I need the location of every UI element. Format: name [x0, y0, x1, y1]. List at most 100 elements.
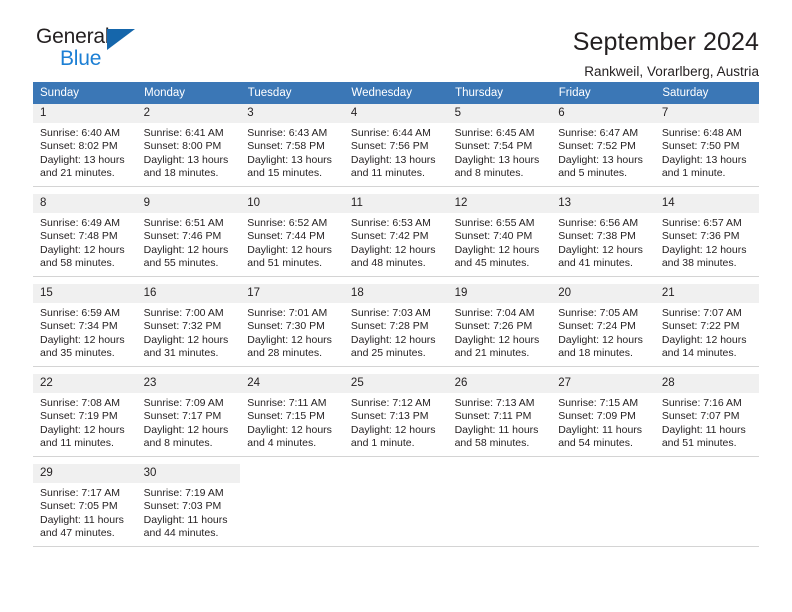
- day-cell-inner: 6 Sunrise: 6:47 AM Sunset: 7:52 PM Daylight…: [551, 104, 655, 187]
- calendar-day-cell[interactable]: 14 Sunrise: 6:57 AM Sunset: 7:36 PM Dayligh…: [654, 194, 759, 277]
- day-number: 30: [136, 464, 241, 483]
- day-number: [344, 464, 448, 483]
- sunrise-text: Sunrise: 6:40 AM: [40, 127, 120, 139]
- sunrise-text: Sunrise: 7:05 AM: [558, 307, 639, 319]
- calendar-day-cell[interactable]: 23 Sunrise: 7:09 AM Sunset: 7:17 PM Dayligh…: [136, 374, 241, 457]
- sunrise-text: Sunrise: 6:51 AM: [143, 217, 224, 229]
- calendar-day-cell: [240, 464, 344, 547]
- sunset-text: Sunset: 8:02 PM: [40, 140, 118, 153]
- calendar-day-cell[interactable]: 6 Sunrise: 6:47 AM Sunset: 7:52 PM Daylight…: [551, 104, 655, 187]
- daylight-text-line1: Daylight: 12 hours: [247, 243, 332, 256]
- daylight-text-line2: and 54 minutes.: [558, 437, 633, 450]
- sunrise-text: Sunrise: 7:16 AM: [661, 397, 742, 409]
- calendar-day-cell[interactable]: 7 Sunrise: 6:48 AM Sunset: 7:50 PM Daylight…: [654, 104, 759, 187]
- calendar-day-cell[interactable]: 12 Sunrise: 6:55 AM Sunset: 7:40 PM Dayligh…: [447, 194, 552, 277]
- daylight-text-line2: and 1 minute.: [661, 167, 726, 180]
- day-number: 6: [551, 104, 655, 123]
- daylight-text-line2: and 58 minutes.: [40, 257, 115, 270]
- sunset-text: Sunset: 7:32 PM: [143, 320, 222, 333]
- calendar-day-cell[interactable]: 4 Sunrise: 6:44 AM Sunset: 7:56 PM Daylight…: [343, 104, 448, 187]
- calendar-day-cell[interactable]: 24 Sunrise: 7:11 AM Sunset: 7:15 PM Dayligh…: [240, 374, 344, 457]
- calendar-day-cell[interactable]: 28 Sunrise: 7:16 AM Sunset: 7:07 PM Dayligh…: [654, 374, 759, 457]
- calendar-day-cell[interactable]: 2 Sunrise: 6:41 AM Sunset: 8:00 PM Daylight…: [136, 104, 241, 187]
- sunset-text: Sunset: 7:19 PM: [40, 410, 118, 423]
- calendar-day-cell[interactable]: 9 Sunrise: 6:51 AM Sunset: 7:46 PM Daylight…: [136, 194, 241, 277]
- day-cell-inner: 23 Sunrise: 7:09 AM Sunset: 7:17 PM Dayligh…: [136, 374, 241, 457]
- calendar-day-cell[interactable]: 5 Sunrise: 6:45 AM Sunset: 7:54 PM Daylight…: [447, 104, 552, 187]
- day-number: 4: [343, 104, 448, 123]
- sunrise-text: Sunrise: 6:47 AM: [558, 127, 639, 139]
- calendar-body: 1 Sunrise: 6:40 AM Sunset: 8:02 PM Daylight…: [33, 104, 759, 547]
- sunset-text: Sunset: 7:24 PM: [558, 320, 636, 333]
- calendar-day-cell[interactable]: 29 Sunrise: 7:17 AM Sunset: 7:05 PM Dayligh…: [33, 464, 137, 547]
- sunset-text: Sunset: 7:11 PM: [454, 410, 532, 423]
- day-cell-inner: 29 Sunrise: 7:17 AM Sunset: 7:05 PM Dayligh…: [33, 464, 137, 547]
- sunrise-text: Sunrise: 6:41 AM: [143, 127, 224, 139]
- daylight-text-line2: and 5 minutes.: [558, 167, 628, 180]
- calendar-day-cell[interactable]: 19 Sunrise: 7:04 AM Sunset: 7:26 PM Dayligh…: [447, 284, 552, 367]
- calendar-day-cell[interactable]: 17 Sunrise: 7:01 AM Sunset: 7:30 PM Dayligh…: [240, 284, 344, 367]
- calendar-day-cell[interactable]: 1 Sunrise: 6:40 AM Sunset: 8:02 PM Daylight…: [33, 104, 137, 187]
- day-info: Sunrise: 6:44 AM Sunset: 7:56 PM Daylight:…: [344, 123, 448, 181]
- daylight-text-line2: and 11 minutes.: [40, 437, 114, 450]
- calendar-day-cell: [551, 464, 655, 547]
- sunrise-text: Sunrise: 7:11 AM: [247, 397, 327, 409]
- daylight-text-line2: and 11 minutes.: [350, 167, 425, 180]
- brand-logo[interactable]: General Blue: [33, 26, 148, 72]
- calendar-day-cell[interactable]: 25 Sunrise: 7:12 AM Sunset: 7:13 PM Dayligh…: [343, 374, 448, 457]
- day-cell-inner: [343, 464, 448, 547]
- daylight-text-line1: Daylight: 11 hours: [558, 423, 643, 436]
- daylight-text-line1: Daylight: 13 hours: [40, 153, 125, 166]
- weekday-header-sunday: Sunday: [33, 82, 138, 104]
- day-number: 22: [33, 374, 137, 393]
- day-number: 5: [447, 104, 552, 123]
- calendar-day-cell[interactable]: 8 Sunrise: 6:49 AM Sunset: 7:48 PM Daylight…: [33, 194, 137, 277]
- day-cell-inner: 21 Sunrise: 7:07 AM Sunset: 7:22 PM Dayligh…: [654, 284, 759, 367]
- sunset-text: Sunset: 7:56 PM: [350, 140, 429, 153]
- daylight-text-line2: and 58 minutes.: [454, 437, 530, 450]
- day-cell-inner: 16 Sunrise: 7:00 AM Sunset: 7:32 PM Dayligh…: [136, 284, 241, 367]
- calendar-grid: Sunday Monday Tuesday Wednesday Thursday…: [33, 82, 759, 547]
- day-cell-inner: 4 Sunrise: 6:44 AM Sunset: 7:56 PM Daylight…: [343, 104, 448, 187]
- calendar-day-cell[interactable]: 13 Sunrise: 6:56 AM Sunset: 7:38 PM Dayligh…: [551, 194, 655, 277]
- calendar-day-cell[interactable]: 15 Sunrise: 6:59 AM Sunset: 7:34 PM Dayligh…: [33, 284, 137, 367]
- calendar-day-cell[interactable]: 20 Sunrise: 7:05 AM Sunset: 7:24 PM Dayligh…: [551, 284, 655, 367]
- sunrise-text: Sunrise: 6:45 AM: [454, 127, 535, 139]
- day-info: Sunrise: 6:57 AM Sunset: 7:36 PM Daylight:…: [655, 213, 759, 271]
- day-number: [655, 464, 759, 483]
- day-number: 7: [654, 104, 759, 123]
- sunrise-text: Sunrise: 7:13 AM: [454, 397, 535, 409]
- calendar-day-cell[interactable]: 26 Sunrise: 7:13 AM Sunset: 7:11 PM Dayligh…: [447, 374, 552, 457]
- day-cell-inner: 24 Sunrise: 7:11 AM Sunset: 7:15 PM Dayligh…: [240, 374, 344, 457]
- day-number: 26: [447, 374, 552, 393]
- calendar-week-row: 15 Sunrise: 6:59 AM Sunset: 7:34 PM Dayligh…: [33, 284, 759, 367]
- calendar-day-cell[interactable]: 11 Sunrise: 6:53 AM Sunset: 7:42 PM Dayligh…: [343, 194, 448, 277]
- daylight-text-line2: and 45 minutes.: [454, 257, 530, 270]
- sunrise-text: Sunrise: 7:12 AM: [350, 397, 431, 409]
- daylight-text-line1: Daylight: 13 hours: [350, 153, 436, 166]
- calendar-day-cell[interactable]: 27 Sunrise: 7:15 AM Sunset: 7:09 PM Dayligh…: [551, 374, 655, 457]
- daylight-text-line1: Daylight: 12 hours: [350, 423, 436, 436]
- day-info: Sunrise: 7:04 AM Sunset: 7:26 PM Daylight:…: [448, 303, 552, 361]
- daylight-text-line1: Daylight: 13 hours: [454, 153, 540, 166]
- daylight-text-line1: Daylight: 13 hours: [143, 153, 229, 166]
- week-separator: [33, 457, 759, 464]
- daylight-text-line1: Daylight: 12 hours: [40, 423, 125, 436]
- daylight-text-line2: and 18 minutes.: [143, 167, 219, 180]
- daylight-text-line1: Daylight: 11 hours: [661, 423, 746, 436]
- calendar-day-cell[interactable]: 22 Sunrise: 7:08 AM Sunset: 7:19 PM Dayligh…: [33, 374, 137, 457]
- day-info: Sunrise: 6:41 AM Sunset: 8:00 PM Daylight:…: [137, 123, 241, 181]
- day-number: 20: [551, 284, 655, 303]
- calendar-day-cell[interactable]: 10 Sunrise: 6:52 AM Sunset: 7:44 PM Dayligh…: [240, 194, 344, 277]
- day-cell-inner: 8 Sunrise: 6:49 AM Sunset: 7:48 PM Daylight…: [33, 194, 137, 277]
- sunset-text: Sunset: 7:52 PM: [558, 140, 636, 153]
- calendar-day-cell[interactable]: 30 Sunrise: 7:19 AM Sunset: 7:03 PM Dayligh…: [136, 464, 241, 547]
- calendar-day-cell[interactable]: 21 Sunrise: 7:07 AM Sunset: 7:22 PM Dayligh…: [654, 284, 759, 367]
- calendar-day-cell[interactable]: 16 Sunrise: 7:00 AM Sunset: 7:32 PM Dayligh…: [136, 284, 241, 367]
- day-cell-inner: 30 Sunrise: 7:19 AM Sunset: 7:03 PM Dayligh…: [136, 464, 241, 547]
- calendar-day-cell[interactable]: 3 Sunrise: 6:43 AM Sunset: 7:58 PM Daylight…: [240, 104, 344, 187]
- calendar-day-cell[interactable]: 18 Sunrise: 7:03 AM Sunset: 7:28 PM Dayligh…: [343, 284, 448, 367]
- daylight-text-line2: and 31 minutes.: [143, 347, 219, 360]
- week-separator-cell: [33, 187, 759, 194]
- day-cell-inner: 12 Sunrise: 6:55 AM Sunset: 7:40 PM Dayligh…: [447, 194, 552, 277]
